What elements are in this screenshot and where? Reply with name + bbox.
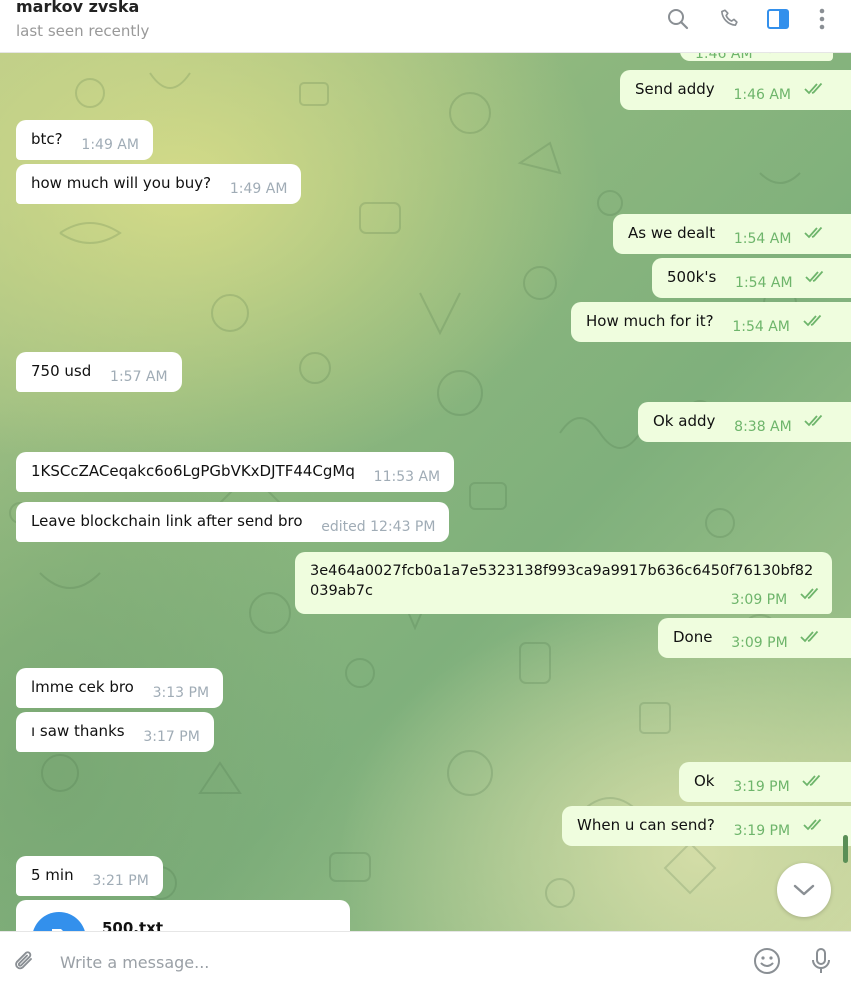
chat-header: markov zvska last seen recently: [0, 0, 851, 53]
double-check-icon: [803, 315, 821, 327]
message-time: 3:19 PM: [733, 823, 791, 839]
scrollbar[interactable]: [843, 835, 848, 863]
incoming-message[interactable]: 1KSCcZACeqakc6o6LgPGbVKxDJTF44CgMq 11:53…: [16, 452, 455, 492]
message-text: How much for it?: [586, 312, 714, 330]
outgoing-message[interactable]: Ok 3:19 PM: [679, 762, 851, 802]
outgoing-message[interactable]: 1:46 AM: [680, 53, 834, 62]
file-icon[interactable]: [32, 912, 86, 931]
message-time: 3:17 PM: [143, 729, 200, 745]
incoming-message[interactable]: btc? 1:49 AM: [16, 120, 153, 160]
message-time: 1:54 AM: [735, 275, 793, 291]
paperclip-icon[interactable]: [10, 946, 40, 976]
message-text: 3e464a0027fcb0a1a7e5323138f993ca9a9917b6…: [310, 563, 814, 579]
double-check-icon: [804, 83, 822, 95]
incoming-file-message[interactable]: 500.txt: [16, 900, 350, 931]
double-check-icon: [802, 775, 821, 787]
message-time: 1:54 AM: [733, 231, 792, 247]
chevron-down-icon: [793, 884, 815, 896]
message-text: 5 min: [31, 866, 74, 884]
outgoing-message[interactable]: 500k's 1:54 AM: [652, 258, 851, 298]
outgoing-message[interactable]: As we dealt 1:54 AM: [613, 214, 851, 254]
message-text: 1KSCcZACeqakc6o6LgPGbVKxDJTF44CgMq: [31, 462, 355, 480]
message-text: Leave blockchain link after send bro: [31, 512, 303, 530]
message-time: 1:54 AM: [732, 319, 790, 335]
message-text: ı saw thanks: [31, 722, 125, 740]
message-text: 750 usd: [31, 362, 92, 380]
message-time: 3:13 PM: [152, 685, 210, 701]
message-time: 3:21 PM: [92, 873, 149, 889]
message-time: 1:46 AM: [733, 87, 791, 103]
outgoing-message[interactable]: When u can send? 3:19 PM: [562, 806, 851, 846]
incoming-message[interactable]: 5 min 3:21 PM: [16, 856, 163, 896]
message-time: 3:09 PM: [730, 592, 788, 608]
double-check-icon: [770, 53, 771, 54]
incoming-message[interactable]: lmme cek bro 3:13 PM: [16, 668, 224, 708]
message-composer: [0, 931, 851, 989]
message-time: 3:09 PM: [731, 635, 788, 651]
message-input[interactable]: [58, 946, 722, 978]
message-text: how much will you buy?: [31, 174, 212, 192]
message-text: Done: [673, 628, 713, 646]
incoming-message[interactable]: ı saw thanks 3:17 PM: [16, 712, 214, 752]
incoming-message[interactable]: Leave blockchain link after send bro edi…: [16, 502, 450, 542]
message-text: As we dealt: [628, 224, 716, 242]
message-time: 11:53 AM: [373, 469, 441, 485]
double-check-icon: [804, 227, 823, 239]
outgoing-message[interactable]: Done 3:09 PM: [658, 618, 851, 658]
double-check-icon: [800, 631, 819, 643]
message-text: Ok: [694, 772, 715, 790]
double-check-icon: [805, 271, 824, 283]
incoming-message[interactable]: 750 usd 1:57 AM: [16, 352, 182, 392]
message-time: 3:19 PM: [733, 779, 790, 795]
message-text: When u can send?: [577, 816, 715, 834]
message-text: lmme cek bro: [31, 678, 134, 696]
incoming-message[interactable]: how much will you buy? 1:49 AM: [16, 164, 302, 204]
message-text: btc?: [31, 130, 63, 148]
message-time: 1:57 AM: [110, 369, 168, 385]
message-time: 1:49 AM: [81, 137, 139, 153]
message-time: 8:38 AM: [734, 419, 792, 435]
window-edge: [851, 0, 857, 988]
sidebar-toggle-icon[interactable]: [764, 5, 792, 33]
file-name: 500.txt: [102, 919, 164, 931]
scroll-down-button[interactable]: [777, 863, 831, 917]
message-list[interactable]: 1:46 AM Send addy 1:46 AM btc? 1:49 AM h…: [0, 53, 851, 931]
message-time: edited 12:43 PM: [321, 519, 436, 535]
outgoing-message[interactable]: Ok addy 8:38 AM: [638, 402, 851, 442]
outgoing-message[interactable]: How much for it? 1:54 AM: [571, 302, 851, 342]
more-vertical-icon[interactable]: [808, 5, 836, 33]
peer-status: last seen recently: [16, 22, 150, 40]
peer-name[interactable]: markov zvska: [16, 0, 139, 16]
double-check-icon: [803, 819, 822, 831]
search-icon[interactable]: [664, 5, 692, 33]
outgoing-message[interactable]: 3e464a0027fcb0a1a7e5323138f993ca9a9917b6…: [295, 552, 832, 614]
phone-icon[interactable]: [716, 5, 744, 33]
message-text: Ok addy: [653, 412, 716, 430]
message-time: 1:46 AM: [695, 53, 753, 62]
message-time: 1:49 AM: [229, 181, 288, 197]
microphone-icon[interactable]: [806, 946, 836, 976]
outgoing-message[interactable]: Send addy 1:46 AM: [620, 70, 851, 110]
message-text: Send addy: [635, 80, 715, 98]
double-check-icon: [804, 415, 823, 427]
double-check-icon: [800, 588, 819, 600]
message-text: 500k's: [667, 268, 717, 286]
emoji-icon[interactable]: [752, 946, 782, 976]
